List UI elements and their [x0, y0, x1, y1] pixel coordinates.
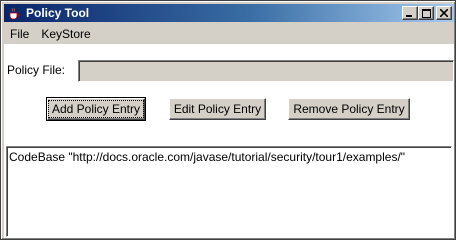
remove-policy-entry-label: Remove Policy Entry: [293, 102, 405, 116]
window-title: Policy Tool: [26, 6, 90, 20]
policy-file-field: [78, 60, 454, 82]
close-button[interactable]: [436, 6, 452, 20]
java-coffee-cup-icon: [6, 5, 22, 21]
maximize-button[interactable]: [418, 6, 434, 20]
menu-file[interactable]: File: [4, 25, 35, 43]
policy-tool-window: Policy Tool File KeyStore Policy File: A…: [0, 0, 456, 240]
title-buttons: [402, 6, 452, 20]
edit-policy-entry-button[interactable]: Edit Policy Entry: [169, 98, 266, 120]
remove-policy-entry-button[interactable]: Remove Policy Entry: [288, 98, 410, 120]
menu-bar: File KeyStore: [4, 24, 454, 44]
title-bar[interactable]: Policy Tool: [4, 4, 454, 22]
minimize-button[interactable]: [402, 6, 418, 20]
close-icon: [440, 9, 448, 17]
add-policy-entry-button[interactable]: Add Policy Entry: [46, 97, 146, 121]
edit-policy-entry-label: Edit Policy Entry: [173, 102, 262, 116]
list-item[interactable]: CodeBase "http://docs.oracle.com/javase/…: [9, 150, 449, 165]
maximize-icon: [421, 8, 431, 18]
main-panel: Policy File: Add Policy Entry Edit Polic…: [4, 44, 454, 238]
add-policy-entry-label: Add Policy Entry: [47, 100, 145, 118]
menu-keystore[interactable]: KeyStore: [35, 25, 96, 43]
policy-file-label: Policy File:: [7, 63, 66, 77]
minimize-icon: [406, 15, 412, 17]
policy-entries-list[interactable]: CodeBase "http://docs.oracle.com/javase/…: [6, 146, 452, 237]
